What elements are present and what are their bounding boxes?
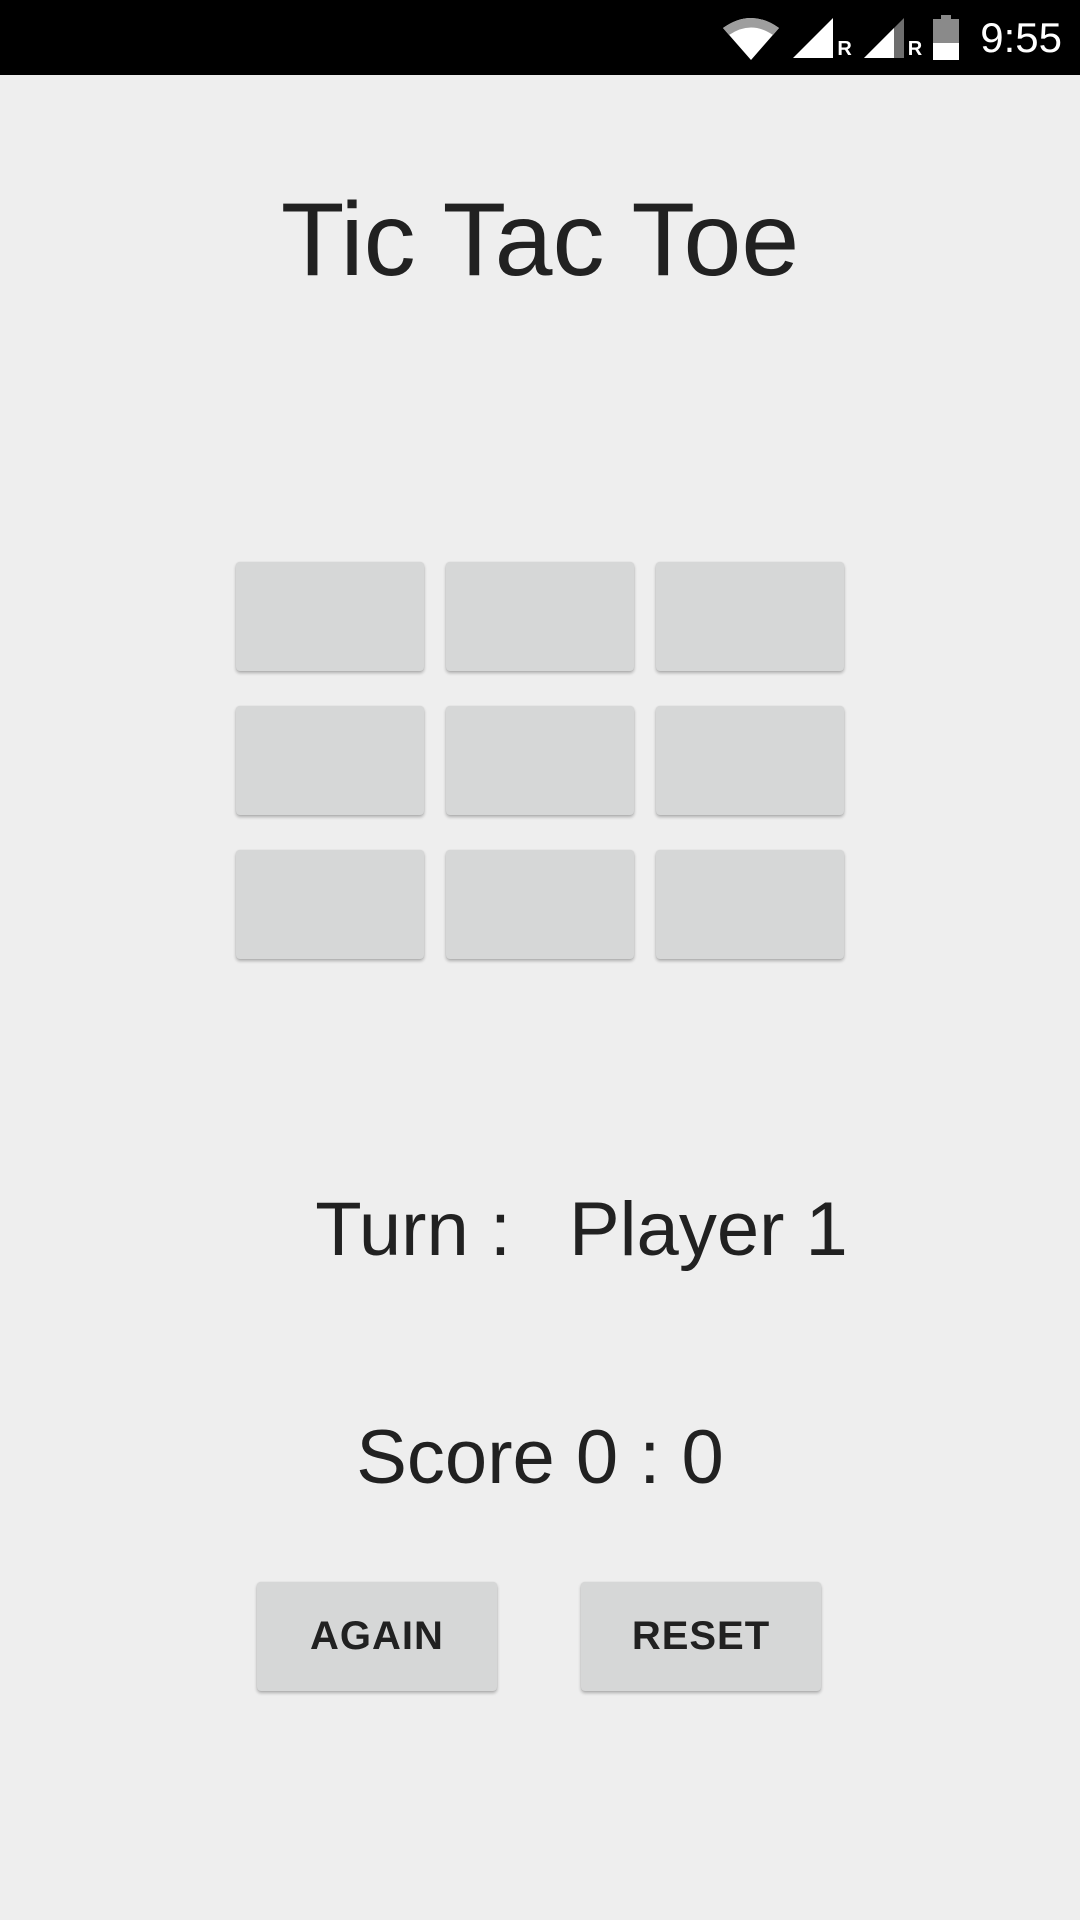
board-cell-2[interactable] [446, 562, 634, 671]
status-bar: R R 9:55 [0, 0, 1080, 75]
board-cell-7[interactable] [236, 850, 424, 959]
roaming-indicator: R [837, 38, 852, 60]
roaming-indicator: R [907, 38, 923, 60]
board-cell-4[interactable] [236, 706, 424, 815]
board-cell-9[interactable] [656, 850, 844, 959]
score-display: Score 0 : 0 [356, 1415, 724, 1500]
signal-icon [791, 16, 835, 60]
game-board [236, 562, 844, 959]
board-cell-6[interactable] [656, 706, 844, 815]
turn-label: Turn : [315, 1187, 511, 1272]
wifi-icon [721, 16, 781, 60]
screen: R R 9:55 Tic Tac Toe Turn: Player 1 Sco… [0, 0, 1080, 1920]
board-cell-1[interactable] [236, 562, 424, 671]
status-icons: R R 9:55 [721, 0, 1062, 75]
turn-indicator: Turn : Player 1 [0, 1095, 1080, 1365]
board-cell-5[interactable] [446, 706, 634, 815]
turn-player: Player 1 [568, 1187, 848, 1272]
status-time: 9:55 [980, 13, 1062, 61]
reset-button[interactable]: RESET [581, 1582, 821, 1691]
board-cell-3[interactable] [656, 562, 844, 671]
signal-icon [862, 16, 906, 60]
board-cell-8[interactable] [446, 850, 634, 959]
again-button[interactable]: AGAIN [257, 1582, 497, 1691]
page-title: Tic Tac Toe [280, 182, 800, 298]
battery-icon [932, 14, 960, 61]
